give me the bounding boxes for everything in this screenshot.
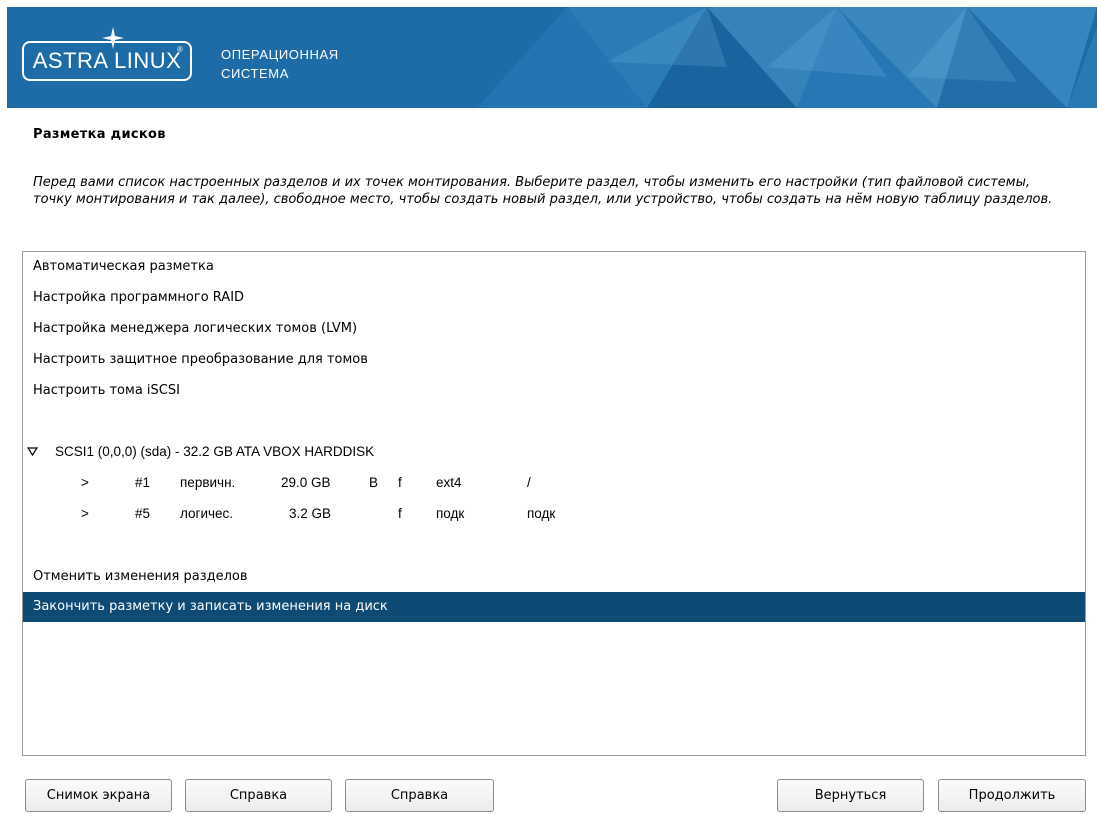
os-caption: ОПЕРАЦИОННАЯ СИСТЕМА	[221, 45, 339, 83]
partition-type: первичн.	[180, 475, 236, 490]
expand-triangle-icon[interactable]	[27, 447, 38, 456]
os-caption-line2: СИСТЕМА	[221, 66, 290, 81]
continue-button[interactable]: Продолжить	[938, 779, 1086, 812]
list-item-finish-partitioning[interactable]: Закончить разметку и записать изменения …	[23, 592, 1085, 622]
partition-list[interactable]: Автоматическая разметка Настройка програ…	[22, 251, 1086, 756]
logo-text: ASTRA LINUX	[32, 48, 182, 73]
page-title: Разметка дисков	[33, 127, 166, 142]
list-item-label: Настроить тома iSCSI	[33, 383, 180, 398]
os-caption-line1: ОПЕРАЦИОННАЯ	[221, 47, 339, 62]
partition-type: логичес.	[180, 506, 234, 521]
star-icon	[102, 27, 124, 49]
list-item-lvm[interactable]: Настройка менеджера логических томов (LV…	[23, 314, 1085, 344]
list-item-iscsi[interactable]: Настроить тома iSCSI	[23, 376, 1085, 406]
back-button[interactable]: Вернуться	[777, 779, 924, 812]
disk-label: SCSI1 (0,0,0) (sda) - 32.2 GB ATA VBOX H…	[55, 444, 375, 459]
list-item-label: Настроить защитное преобразование для то…	[33, 352, 368, 367]
partition-format-flag: f	[398, 475, 402, 490]
list-item-label: Закончить разметку и записать изменения …	[33, 599, 388, 614]
list-item-label: Автоматическая разметка	[33, 259, 214, 274]
partition-mount: подк	[527, 506, 556, 521]
list-item-label: Настройка программного RAID	[33, 290, 245, 305]
partition-boot-flag: B	[369, 475, 379, 490]
list-item-partition-5[interactable]: > #5 логичес. 3.2 GB f подк подк	[23, 499, 1085, 529]
page-description: Перед вами список настроенных разделов и…	[33, 175, 1053, 207]
partition-number: #5	[135, 506, 151, 521]
registered-mark: ®	[177, 45, 183, 54]
chevron-right-icon: >	[81, 506, 89, 521]
partition-size: 3.2 GB	[289, 506, 332, 521]
list-item-undo-changes[interactable]: Отменить изменения разделов	[23, 562, 1085, 592]
partition-size: 29.0 GB	[281, 475, 331, 490]
list-item-partition-1[interactable]: > #1 первичн. 29.0 GB B f ext4 /	[23, 468, 1085, 498]
partition-format-flag: f	[398, 506, 402, 521]
list-item-label: Отменить изменения разделов	[33, 569, 248, 584]
help-button-2[interactable]: Справка	[345, 779, 494, 812]
screenshot-button[interactable]: Снимок экрана	[25, 779, 172, 812]
header-banner: ASTRA LINUX ® ОПЕРАЦИОННАЯ СИСТЕМА	[7, 7, 1097, 108]
list-item-disk-sda[interactable]: SCSI1 (0,0,0) (sda) - 32.2 GB ATA VBOX H…	[23, 437, 1085, 467]
partition-filesystem: подк	[436, 506, 465, 521]
help-button[interactable]: Справка	[185, 779, 332, 812]
list-item-software-raid[interactable]: Настройка программного RAID	[23, 283, 1085, 313]
list-item-label: Настройка менеджера логических томов (LV…	[33, 321, 358, 336]
partition-mount: /	[527, 475, 531, 490]
partition-number: #1	[135, 475, 151, 490]
list-item-encryption[interactable]: Настроить защитное преобразование для то…	[23, 345, 1085, 375]
list-item-auto-partition[interactable]: Автоматическая разметка	[23, 252, 1085, 282]
partition-filesystem: ext4	[436, 475, 462, 490]
chevron-right-icon: >	[81, 475, 89, 490]
